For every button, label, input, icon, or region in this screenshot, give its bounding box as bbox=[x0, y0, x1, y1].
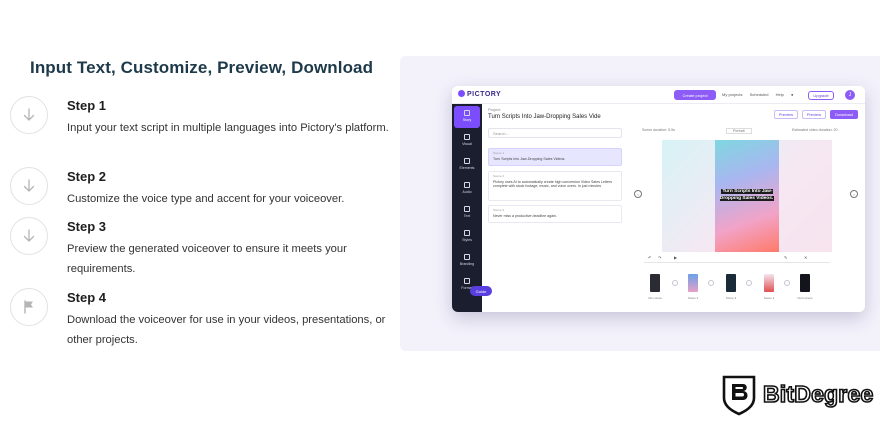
sidebar-item-styles[interactable]: Styles bbox=[454, 226, 480, 248]
scene-item[interactable]: Scene 3 Never miss a productive deadline … bbox=[488, 205, 622, 223]
thumb-scene-3[interactable] bbox=[726, 274, 736, 292]
thumb-label: Intro scene bbox=[648, 296, 662, 300]
sidebar-item-elements[interactable]: Elements bbox=[454, 154, 480, 176]
thumb-scene-4[interactable] bbox=[764, 274, 774, 292]
video-duration: Estimated video duration: 20 bbox=[792, 128, 838, 132]
undo-icon[interactable]: ↶ bbox=[648, 255, 651, 260]
step-title: Step 1 bbox=[67, 98, 107, 113]
arrow-down-icon bbox=[10, 167, 48, 205]
prev-scene-icon[interactable]: ‹ bbox=[634, 190, 642, 198]
editor-sidebar: Story Visual Elements Audio Text Styles … bbox=[452, 104, 482, 312]
video-preview: Scene duration: 5.5s Portrait Estimated … bbox=[632, 126, 862, 308]
bitdegree-logo: BitDegree bbox=[721, 374, 880, 420]
add-scene-icon[interactable] bbox=[746, 280, 752, 286]
thumb-intro[interactable] bbox=[650, 274, 660, 292]
shield-logo-icon bbox=[722, 375, 756, 416]
step-description: Download the voiceover for use in your v… bbox=[67, 314, 386, 346]
redo-icon[interactable]: ↷ bbox=[658, 255, 661, 260]
scene-item[interactable]: Scene 1 Turn Scripts Into Jaw-Dropping Sa… bbox=[488, 148, 622, 166]
avatar[interactable]: J bbox=[845, 90, 855, 100]
thumb-outro[interactable] bbox=[800, 274, 810, 292]
thumb-scene-2[interactable] bbox=[688, 274, 698, 292]
arrow-down-icon bbox=[10, 217, 48, 255]
project-title[interactable]: Turn Scripts Into Jaw-Dropping Sales Vid… bbox=[488, 114, 601, 120]
preview-button[interactable]: Preview bbox=[774, 110, 798, 119]
thumb-label: Scene 4 bbox=[763, 296, 775, 300]
styles-icon bbox=[464, 230, 470, 236]
preview-stage: Turn Scripts Into Jaw-Dropping Sales Vid… bbox=[662, 140, 832, 252]
elements-icon bbox=[464, 158, 470, 164]
story-icon bbox=[464, 110, 470, 116]
step-title: Step 2 bbox=[67, 169, 107, 184]
section-heading: Input Text, Customize, Preview, Download bbox=[30, 58, 374, 77]
visual-icon bbox=[464, 134, 470, 140]
scene-duration: Scene duration: 5.5s bbox=[642, 128, 675, 132]
sidebar-item-story[interactable]: Story bbox=[454, 106, 480, 128]
step-4: Step 4 Download the voiceover for use in… bbox=[10, 288, 395, 358]
thumb-label: Outro scene bbox=[797, 296, 813, 300]
format-select[interactable]: Portrait bbox=[726, 128, 752, 134]
branding-icon bbox=[464, 254, 470, 260]
thumb-label: Scene 3 bbox=[725, 296, 737, 300]
video-frame: Turn Scripts Into Jaw-Dropping Sales Vid… bbox=[715, 140, 779, 252]
step-title: Step 3 bbox=[67, 219, 107, 234]
search-input[interactable]: Search... bbox=[488, 128, 622, 138]
pictory-app-window: PICTORY Create project My projects Sched… bbox=[452, 86, 865, 312]
scene-item[interactable]: Scene 2 Pictory uses AI to automatically … bbox=[488, 171, 622, 201]
video-caption: Turn Scripts Into Jaw-Dropping Sales Vid… bbox=[719, 189, 775, 201]
download-button[interactable]: Download bbox=[830, 110, 858, 119]
delete-icon[interactable]: ✕ bbox=[804, 255, 807, 260]
text-icon bbox=[464, 206, 470, 212]
step-3: Step 3 Preview the generated voiceover t… bbox=[10, 217, 395, 287]
nav-my-projects[interactable]: My projects bbox=[722, 92, 742, 97]
pictory-logo: PICTORY bbox=[458, 90, 501, 98]
preview-toolbar: Scene duration: 5.5s Portrait Estimated … bbox=[642, 128, 862, 136]
step-description: Input your text script in multiple langu… bbox=[67, 122, 389, 134]
upgrade-button[interactable]: Upgrade bbox=[808, 91, 834, 100]
playback-controls: ↶ ↷ ▶ ✎ ✕ bbox=[644, 254, 830, 263]
step-title: Step 4 bbox=[67, 290, 107, 305]
step-1: Step 1 Input your text script in multipl… bbox=[10, 96, 395, 166]
scene-timeline: Intro scene Scene 2 Scene 3 Scene 4 Outr… bbox=[642, 274, 852, 308]
add-scene-icon[interactable] bbox=[708, 280, 714, 286]
project-label: Project bbox=[488, 107, 501, 112]
brush-icon[interactable]: ✎ bbox=[784, 255, 787, 260]
step-description: Customize the voice type and accent for … bbox=[67, 193, 345, 205]
audio-icon bbox=[464, 182, 470, 188]
next-scene-icon[interactable]: › bbox=[850, 190, 858, 198]
arrow-down-icon bbox=[10, 96, 48, 134]
thumb-label: Scene 2 bbox=[687, 296, 699, 300]
sidebar-item-branding[interactable]: Branding bbox=[454, 250, 480, 272]
brand-name: BitDegree bbox=[762, 380, 874, 408]
flag-icon bbox=[10, 288, 48, 326]
sidebar-item-visual[interactable]: Visual bbox=[454, 130, 480, 152]
add-scene-icon[interactable] bbox=[672, 280, 678, 286]
format-icon bbox=[464, 278, 470, 284]
nav-help[interactable]: Help bbox=[776, 92, 784, 97]
sidebar-item-text[interactable]: Text bbox=[454, 202, 480, 224]
script-panel: Search... Scene 1 Turn Scripts Into Jaw-D… bbox=[488, 128, 624, 308]
top-nav: My projects Scheduled Help ● bbox=[722, 92, 799, 97]
add-scene-icon[interactable] bbox=[784, 280, 790, 286]
bell-icon[interactable]: ● bbox=[791, 92, 793, 97]
app-topbar: PICTORY Create project My projects Sched… bbox=[452, 86, 865, 104]
step-description: Preview the generated voiceover to ensur… bbox=[67, 243, 347, 275]
sidebar-item-audio[interactable]: Audio bbox=[454, 178, 480, 200]
create-project-button[interactable]: Create project bbox=[674, 90, 716, 100]
nav-scheduled[interactable]: Scheduled bbox=[750, 92, 769, 97]
play-icon[interactable]: ▶ bbox=[674, 255, 677, 260]
preview-button-2[interactable]: Preview bbox=[802, 110, 826, 119]
